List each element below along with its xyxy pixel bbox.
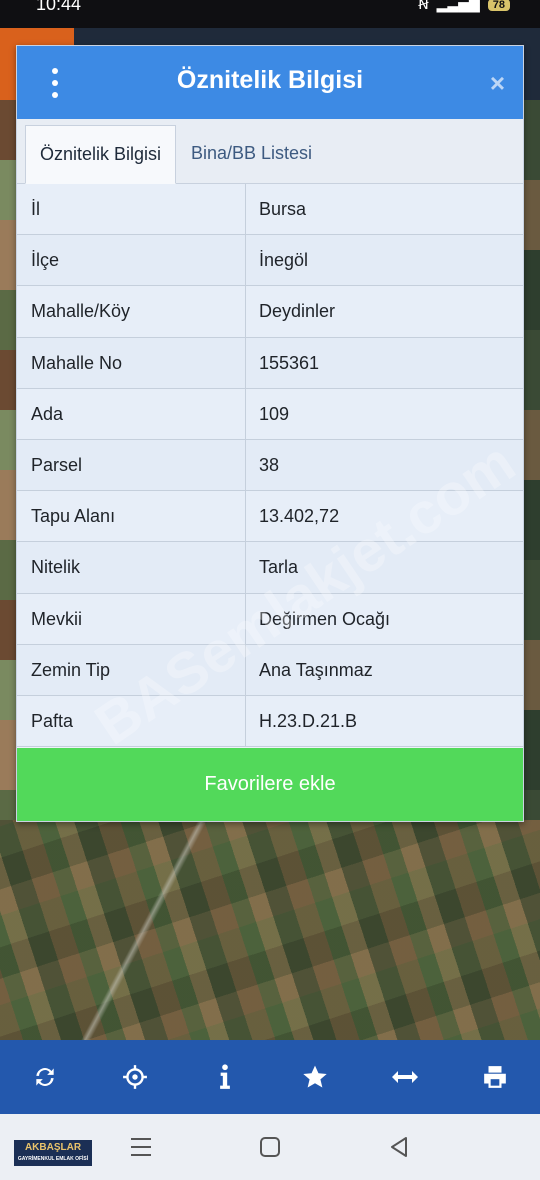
info-icon[interactable]: [205, 1057, 245, 1097]
recent-apps-icon[interactable]: [130, 1136, 152, 1163]
nfc-icon: Ꞥ: [418, 0, 429, 12]
table-row: Mahalle No 155361: [17, 337, 523, 389]
signal-icon: ▂▃▅▇: [436, 0, 480, 12]
row-key: Parsel: [17, 439, 246, 491]
row-value: 155361: [259, 352, 320, 373]
crosshair-icon[interactable]: [115, 1057, 155, 1097]
brand-logo: AKBAŞLAR GAYRİMENKUL EMLAK OFİSİ: [14, 1140, 92, 1166]
row-key: Mahalle No: [17, 337, 246, 388]
table-row: Nitelik Tarla: [17, 542, 523, 594]
table-row: Mevkii Değirmen Ocağı: [17, 593, 523, 645]
table-row: İl Bursa: [17, 184, 523, 236]
row-value: Ana Taşınmaz: [259, 659, 373, 680]
home-icon[interactable]: [259, 1136, 281, 1163]
map-toolbar: [0, 1040, 540, 1114]
battery-icon: 78: [487, 0, 510, 11]
add-favorites-button[interactable]: Favorilere ekle: [17, 748, 523, 821]
row-key: Nitelik: [17, 542, 246, 593]
row-key: İl: [17, 184, 246, 235]
status-bar: 10:44 Ꞥ ▂▃▅▇ 78: [0, 0, 540, 28]
star-icon[interactable]: [295, 1057, 335, 1097]
logo-tagline: GAYRİMENKUL EMLAK OFİSİ: [17, 1156, 89, 1162]
row-value: Tarla: [259, 557, 299, 578]
refresh-icon[interactable]: [25, 1057, 65, 1097]
attribute-dialog: Öznitelik Bilgisi × Öznitelik Bilgisi Bi…: [16, 45, 524, 822]
row-value: Bursa: [259, 199, 307, 219]
map-right-strip: [524, 100, 540, 820]
tab-bar: Öznitelik Bilgisi Bina/BB Listesi: [17, 119, 523, 184]
row-value: 109: [259, 403, 290, 424]
logo-name: AKBAŞLAR: [24, 1142, 82, 1153]
attribute-table: İl Bursa İlçe İnegöl Mahalle/Köy Deydinler …: [17, 184, 523, 748]
row-key: Ada: [17, 388, 246, 439]
table-row: Ada 109: [17, 388, 523, 440]
close-icon[interactable]: ×: [490, 68, 505, 99]
row-key: Pafta: [17, 695, 246, 747]
table-row: Tapu Alanı 13.402,72: [17, 491, 523, 543]
row-value: İnegöl: [259, 250, 309, 271]
row-value: 13.402,72: [259, 506, 340, 527]
table-row: Mahalle/Köy Deydinler: [17, 286, 523, 338]
table-row: Parsel 38: [17, 439, 523, 492]
tab-attribute-info[interactable]: Öznitelik Bilgisi: [25, 125, 177, 184]
tab-building-list[interactable]: Bina/BB Listesi: [177, 125, 326, 184]
status-time: 10:44: [36, 0, 82, 14]
table-row: Pafta H.23.D.21.B: [17, 695, 523, 748]
back-icon[interactable]: [388, 1136, 410, 1163]
row-key: Mevkii: [17, 593, 246, 644]
measure-icon[interactable]: [385, 1057, 425, 1097]
row-value: Değirmen Ocağı: [259, 608, 391, 629]
map-left-strip: [0, 100, 16, 820]
row-value: 38: [259, 454, 280, 475]
row-key: Mahalle/Köy: [17, 286, 246, 337]
dialog-title: Öznitelik Bilgisi: [176, 66, 364, 94]
table-row: Zemin Tip Ana Taşınmaz: [17, 644, 523, 696]
status-icons: Ꞥ ▂▃▅▇ 78: [418, 0, 510, 13]
row-value: Deydinler: [259, 301, 336, 322]
row-value: H.23.D.21.B: [259, 710, 358, 731]
print-icon[interactable]: [475, 1057, 515, 1097]
dialog-header: Öznitelik Bilgisi ×: [17, 46, 523, 119]
row-key: Tapu Alanı: [17, 491, 246, 542]
table-row: İlçe İnegöl: [17, 235, 523, 287]
row-key: İlçe: [17, 235, 246, 286]
row-key: Zemin Tip: [17, 644, 246, 695]
